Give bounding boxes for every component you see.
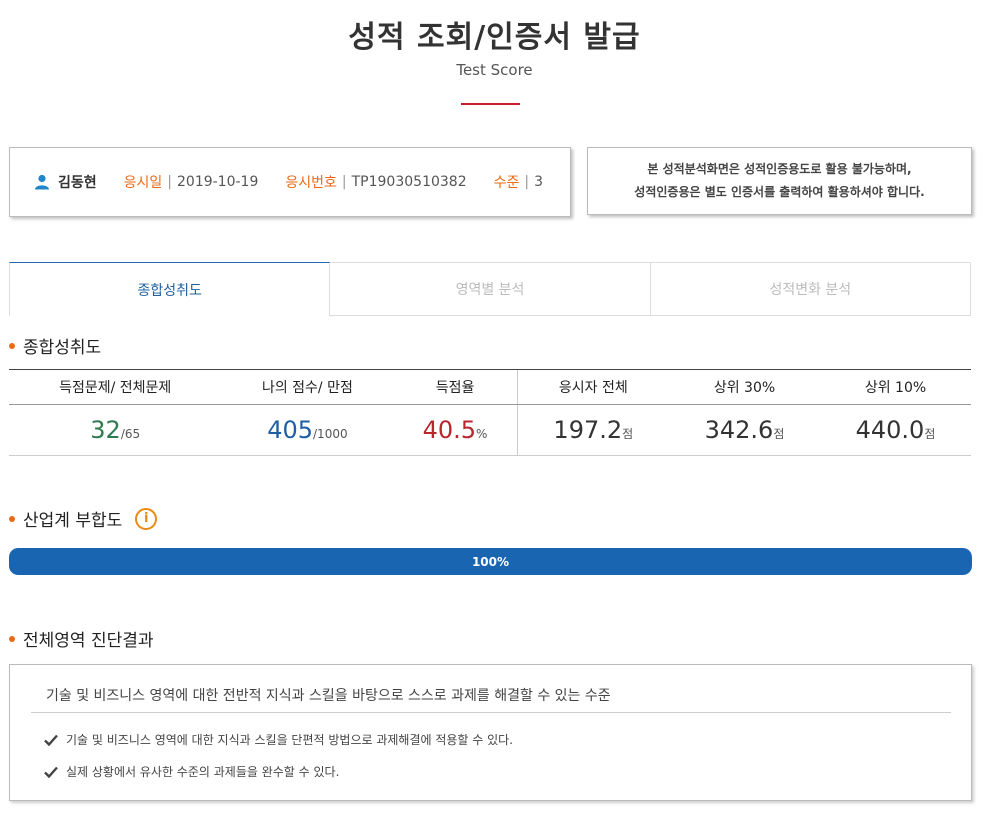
progress-fill: 100% <box>9 548 972 575</box>
level-label: 수준 <box>493 175 520 191</box>
section-heading: 종합성취도 <box>9 333 101 358</box>
table-header: 나의 점수/ 만점 <box>221 369 394 405</box>
user-name: 김동현 <box>58 175 97 191</box>
notice-box: 본 성적분석화면은 성적인증용도로 활용 불가능하며, 성적인증용은 별도 인증… <box>587 147 972 215</box>
tab-overall[interactable]: 종합성취도 <box>9 262 331 316</box>
point-unit: 점 <box>773 427 785 441</box>
notice-line: 본 성적분석화면은 성적인증용도로 활용 불가능하며, <box>647 162 912 176</box>
exam-date-label: 응시일 <box>123 175 163 191</box>
level-value: 3 <box>534 174 544 190</box>
top10-cell: 440.0점 <box>819 404 971 456</box>
exam-number-label: 응시번호 <box>285 175 337 191</box>
table-header: 상위 30% <box>669 369 820 405</box>
user-icon <box>35 174 49 190</box>
point-unit: 점 <box>924 427 936 441</box>
industry-progress-bar: 100% <box>9 548 972 575</box>
top30-cell: 342.6점 <box>669 404 820 456</box>
table-header: 응시자 전체 <box>516 369 670 405</box>
my-score-cell: 405/1000 <box>221 404 394 456</box>
exam-date-value: 2019-10-19 <box>177 174 259 190</box>
section-heading: 산업계 부합도 i <box>9 506 158 531</box>
max-score: /1000 <box>313 427 348 441</box>
total-questions: /65 <box>120 427 141 441</box>
bullet <box>9 635 15 642</box>
table-header: 상위 10% <box>819 369 971 405</box>
check-icon <box>44 734 58 746</box>
section-heading: 전체영역 진단결과 <box>9 626 154 651</box>
all-average: 197.2 <box>553 416 623 444</box>
table-header: 득점율 <box>393 369 518 405</box>
correct-count: 32 <box>90 416 121 444</box>
progress-label: 100% <box>471 554 510 569</box>
divider <box>31 712 951 713</box>
bullet <box>9 515 15 522</box>
score-rate: 40.5 <box>422 416 477 444</box>
my-score: 405 <box>267 416 314 444</box>
separator: | <box>341 174 347 190</box>
diagnosis-box: 기술 및 비즈니스 영역에 대한 전반적 지식과 스킬을 바탕으로 스스로 과제… <box>9 664 972 801</box>
notice-line: 성적인증용은 별도 인증서를 출력하여 활용하셔야 합니다. <box>634 185 925 199</box>
bullet <box>9 342 15 349</box>
list-item-text: 실제 상황에서 유사한 수준의 과제들을 완수할 수 있다. <box>66 765 340 779</box>
list-item-text: 기술 및 비즈니스 영역에 대한 지식과 스킬을 단편적 방법으로 과제해결에 … <box>66 733 514 747</box>
page-title: 성적 조회/인증서 발급 <box>348 20 641 55</box>
score-rate-cell: 40.5% <box>393 404 518 456</box>
title-underline <box>461 103 520 105</box>
info-icon[interactable]: i <box>135 507 158 530</box>
tab-score-change[interactable]: 성적변화 분석 <box>650 262 971 316</box>
exam-info-box: 김동현 응시일 | 2019-10-19 응시번호 | TP1903051038… <box>9 147 571 217</box>
table-header: 득점문제/ 전체문제 <box>9 369 222 405</box>
point-unit: 점 <box>622 427 634 441</box>
page-subtitle: Test Score <box>456 61 533 79</box>
check-icon <box>44 766 58 778</box>
tab-area-analysis[interactable]: 영역별 분석 <box>330 262 651 316</box>
separator: | <box>524 174 530 190</box>
separator: | <box>167 174 172 190</box>
all-average-cell: 197.2점 <box>516 404 670 456</box>
exam-number-value: TP19030510382 <box>351 174 467 190</box>
correct-count-cell: 32/65 <box>9 404 222 456</box>
section-title: 산업계 부합도 <box>23 511 123 531</box>
section-title: 종합성취도 <box>23 338 102 358</box>
section-title: 전체영역 진단결과 <box>23 631 154 651</box>
rate-unit: % <box>476 427 488 441</box>
top30-score: 342.6 <box>704 416 774 444</box>
analysis-tabs: 종합성취도 영역별 분석 성적변화 분석 <box>9 262 971 316</box>
top10-score: 440.0 <box>855 416 925 444</box>
diagnosis-summary: 기술 및 비즈니스 영역에 대한 전반적 지식과 스킬을 바탕으로 스스로 과제… <box>46 688 611 704</box>
score-table: 득점문제/ 전체문제 나의 점수/ 만점 득점율 응시자 전체 상위 30% 상… <box>9 369 971 456</box>
list-item: 실제 상황에서 유사한 수준의 과제들을 완수할 수 있다. <box>44 763 339 780</box>
list-item: 기술 및 비즈니스 영역에 대한 지식과 스킬을 단편적 방법으로 과제해결에 … <box>44 731 513 748</box>
table-row: 32/65 405/1000 40.5% 197.2점 342.6점 440.0… <box>9 404 971 456</box>
